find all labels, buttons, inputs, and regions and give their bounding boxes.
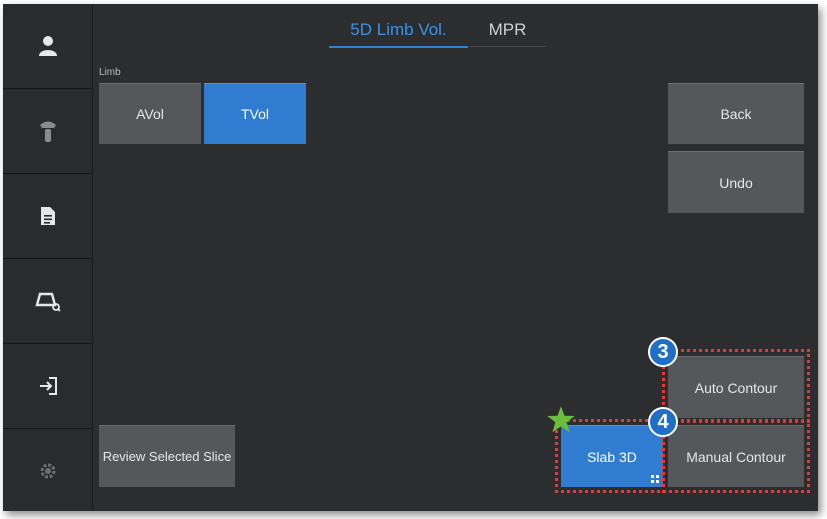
image-search-icon: [34, 292, 61, 312]
avol-button[interactable]: AVol: [99, 83, 201, 144]
manual-contour-highlight: [662, 419, 810, 493]
tab-mpr[interactable]: MPR: [469, 16, 546, 46]
probe-icon: [39, 121, 56, 142]
app-window: 5D Limb Vol. MPR Limb AVol TVol Back Und…: [3, 4, 818, 511]
tvol-button[interactable]: TVol: [204, 83, 306, 144]
document-icon: [40, 207, 55, 225]
step-badge-3: 3: [648, 337, 678, 367]
sidebar-item-report[interactable]: [3, 174, 92, 259]
exit-icon: [39, 377, 57, 395]
sidebar-item-patient[interactable]: [3, 4, 92, 89]
star-icon: [547, 406, 575, 433]
sidebar-item-review[interactable]: [3, 259, 92, 344]
back-button[interactable]: Back: [668, 83, 804, 144]
auto-contour-highlight: [662, 349, 810, 423]
person-icon: [38, 36, 57, 56]
limb-section-label: Limb: [99, 67, 121, 78]
step-badge-4: 4: [648, 407, 678, 437]
tab-5d-limb-vol[interactable]: 5D Limb Vol.: [329, 16, 468, 48]
undo-button[interactable]: Undo: [668, 151, 804, 213]
sidebar-item-settings[interactable]: [3, 429, 92, 513]
review-selected-slice-button[interactable]: Review Selected Slice: [99, 425, 235, 487]
tab-divider: [469, 46, 546, 47]
sidebar-item-exit[interactable]: [3, 344, 92, 429]
sidebar-item-probe[interactable]: [3, 89, 92, 174]
sidebar: [3, 4, 93, 511]
settings-gear-icon: [40, 463, 55, 479]
